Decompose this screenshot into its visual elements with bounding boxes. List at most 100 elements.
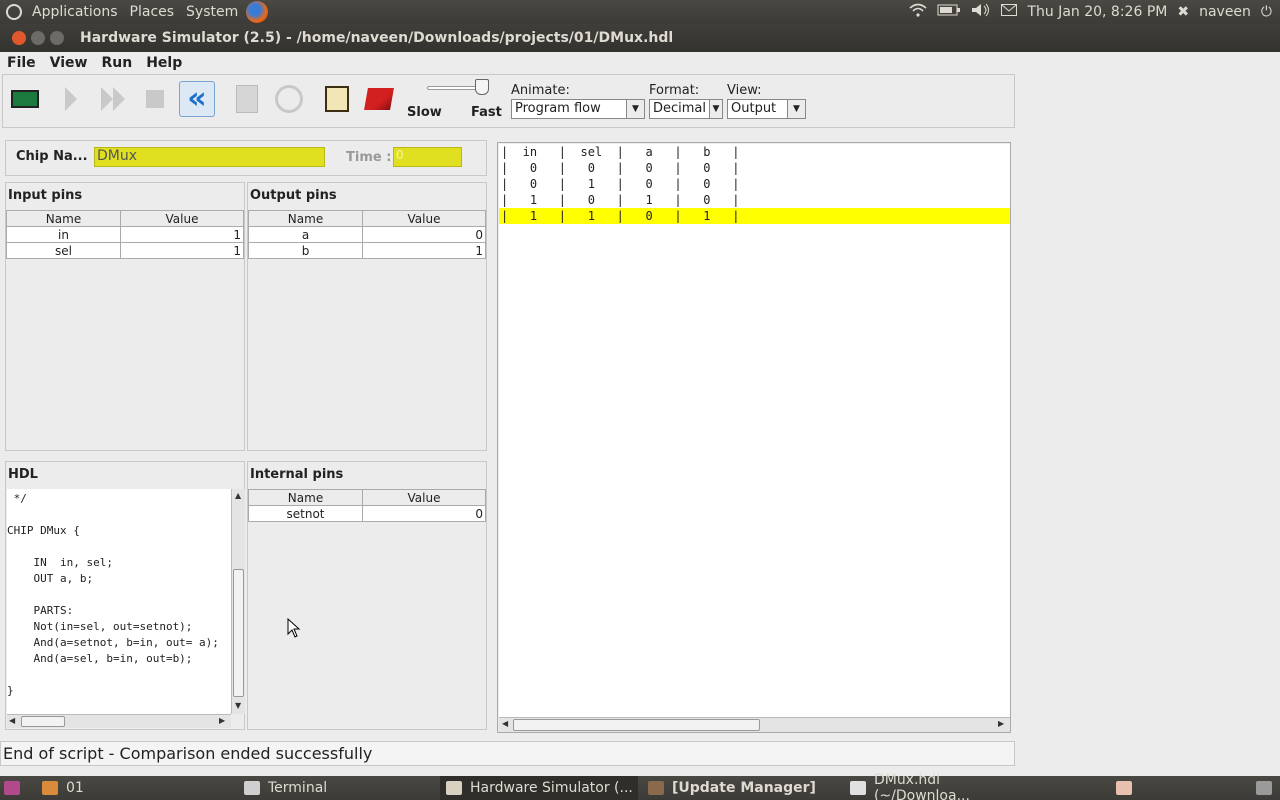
text-editor-icon [850, 781, 866, 795]
internal-pins-panel: Internal pins Name Value setnot 0 [247, 461, 487, 730]
format-group: Format: Decimal ▼ [649, 83, 723, 119]
breakpoints-button[interactable] [361, 81, 397, 117]
flag-icon [364, 88, 394, 110]
user-name[interactable]: naveen [1199, 4, 1251, 20]
output-panel: | in | sel | a | b | | 0 | 0 | 0 | 0 | |… [497, 142, 1011, 733]
chevron-down-icon[interactable]: ▼ [626, 100, 644, 118]
table-row[interactable]: setnot 0 [248, 505, 486, 522]
volume-icon[interactable] [971, 3, 991, 21]
tick-tock-button[interactable] [271, 81, 307, 117]
table-row[interactable]: b 1 [248, 242, 486, 259]
taskbar-item-hardware-simulator[interactable]: Hardware Simulator (... [440, 776, 638, 800]
scroll-right-icon[interactable]: ▶ [998, 719, 1004, 728]
calculator-icon [236, 85, 258, 113]
speed-slider-knob[interactable] [475, 79, 490, 95]
trash-button[interactable] [1256, 776, 1278, 800]
animate-group: Animate: Program flow ▼ [511, 83, 645, 119]
window-titlebar: Hardware Simulator (2.5) - /home/naveen/… [0, 24, 1280, 52]
maximize-window-button[interactable] [50, 31, 64, 45]
pin-name: in [6, 226, 121, 243]
speed-slider[interactable]: Slow Fast [407, 77, 507, 125]
taskbar-item-dmux-hdl[interactable]: DMux.hdl (~/Downloa... [850, 772, 1040, 800]
column-header-value: Value [120, 210, 244, 227]
tray-java-button[interactable] [1116, 776, 1146, 800]
folder-icon [42, 781, 58, 795]
scroll-down-icon[interactable]: ▼ [235, 701, 241, 710]
script-icon [325, 86, 349, 112]
taskbar-item-terminal[interactable]: Terminal [244, 776, 434, 800]
output-row: | 1 | 0 | 1 | 0 | [501, 193, 740, 207]
taskbar-item-label: 01 [66, 780, 84, 796]
scroll-up-icon[interactable]: ▲ [235, 491, 241, 500]
mail-icon[interactable] [1001, 4, 1018, 20]
output-horizontal-scrollbar[interactable]: ◀ ▶ [499, 717, 1010, 732]
scroll-left-icon[interactable]: ◀ [502, 719, 508, 728]
column-header-value: Value [362, 489, 486, 506]
system-menu[interactable]: System [180, 4, 244, 20]
table-header-row: Name Value [248, 210, 486, 227]
single-step-button[interactable] [53, 81, 89, 117]
table-row[interactable]: sel 1 [6, 242, 244, 259]
clock-icon [275, 85, 303, 113]
menubar: File View Run Help [0, 52, 1280, 74]
terminal-icon [244, 781, 260, 795]
output-pins-title: Output pins [250, 188, 337, 203]
output-header-row: | in | sel | a | b | [501, 145, 740, 159]
column-header-name: Name [6, 210, 121, 227]
scroll-left-icon[interactable]: ◀ [9, 716, 15, 725]
power-icon[interactable]: ⏻ [1261, 4, 1272, 20]
column-header-value: Value [362, 210, 486, 227]
speed-slow-label: Slow [407, 105, 442, 120]
view-select[interactable]: Output ▼ [727, 99, 806, 119]
show-desktop-button[interactable] [0, 776, 30, 800]
stop-button[interactable] [137, 81, 173, 117]
hdl-vertical-scrollbar[interactable]: ▲ ▼ [231, 489, 245, 714]
menu-run[interactable]: Run [94, 55, 139, 71]
hdl-source-text[interactable]: */ CHIP DMux { IN in, sel; OUT a, b; PAR… [7, 489, 231, 714]
chevron-down-icon[interactable]: ▼ [787, 100, 805, 118]
scroll-right-icon[interactable]: ▶ [219, 716, 225, 725]
pin-name: a [248, 226, 363, 243]
package-icon [648, 781, 664, 795]
table-row[interactable]: a 0 [248, 226, 486, 243]
battery-icon[interactable] [937, 4, 961, 20]
animate-select[interactable]: Program flow ▼ [511, 99, 645, 119]
scrollbar-thumb[interactable] [513, 719, 760, 731]
animate-value: Program flow [515, 101, 601, 116]
input-pins-table: Name Value in 1 sel 1 [6, 210, 244, 259]
load-chip-button[interactable] [7, 81, 43, 117]
run-button[interactable] [95, 81, 131, 117]
format-select[interactable]: Decimal ▼ [649, 99, 723, 119]
load-script-button[interactable] [319, 81, 355, 117]
menu-view[interactable]: View [43, 55, 95, 71]
taskbar-item-01[interactable]: 01 [40, 776, 230, 800]
firefox-icon[interactable] [246, 1, 269, 23]
format-label: Format: [649, 83, 700, 98]
table-row[interactable]: in 1 [6, 226, 244, 243]
ubuntu-logo-icon[interactable] [6, 4, 22, 20]
table-header-row: Name Value [248, 489, 486, 506]
output-row: | 0 | 0 | 0 | 0 | [501, 161, 740, 175]
pin-value[interactable]: 1 [120, 226, 244, 243]
menu-file[interactable]: File [0, 55, 43, 71]
input-pins-panel: Input pins Name Value in 1 sel 1 [5, 182, 245, 451]
taskbar-item-label: DMux.hdl (~/Downloa... [873, 772, 970, 800]
time-field: 0 [393, 147, 462, 167]
column-header-name: Name [248, 210, 363, 227]
hdl-horizontal-scrollbar[interactable]: ◀ ▶ [7, 714, 231, 728]
pin-value[interactable]: 1 [120, 242, 244, 259]
scrollbar-thumb[interactable] [233, 569, 244, 697]
menu-help[interactable]: Help [139, 55, 189, 71]
scrollbar-thumb[interactable] [21, 716, 65, 727]
close-window-button[interactable] [12, 31, 26, 45]
eval-button[interactable] [229, 81, 265, 117]
places-menu[interactable]: Places [124, 4, 181, 20]
minimize-window-button[interactable] [31, 31, 45, 45]
chevron-down-icon[interactable]: ▼ [709, 100, 722, 118]
applications-menu[interactable]: Applications [26, 4, 124, 20]
top-panel-indicators: Thu Jan 20, 8:26 PM ✖ naveen ⏻ [909, 0, 1280, 24]
reset-button[interactable]: « [179, 81, 215, 117]
wifi-icon[interactable] [909, 3, 927, 21]
taskbar-item-update-manager[interactable]: [Update Manager] [648, 776, 838, 800]
clock[interactable]: Thu Jan 20, 8:26 PM [1027, 4, 1167, 20]
